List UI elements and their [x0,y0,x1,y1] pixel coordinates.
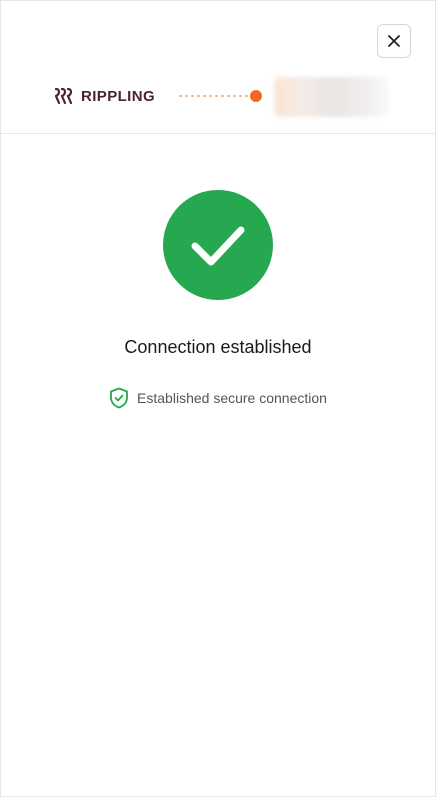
connection-modal: RIPPLING Connection established Establis… [0,0,436,797]
header-divider [1,133,435,134]
partner-logo [274,77,389,117]
connection-header: RIPPLING [1,73,435,119]
close-button[interactable] [377,24,411,58]
shield-check-icon [110,387,128,409]
rippling-logo: RIPPLING [55,87,155,105]
status-title: Connection established [124,337,312,357]
brand-name: RIPPLING [81,87,156,105]
rippling-mark-icon [55,88,73,104]
secure-connection-text: Established secure connection [137,390,327,406]
connection-line-icon [179,90,262,102]
secure-connection-note: Established secure connection [1,387,435,409]
close-icon [388,35,400,47]
checkmark-icon [191,226,245,266]
success-indicator [163,190,273,300]
